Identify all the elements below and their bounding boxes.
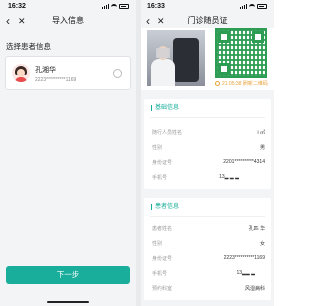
signal-icon [102,4,109,9]
info-row: 手机号 13▂ ▂ ▂ [152,172,265,182]
qr-code[interactable] [215,28,267,78]
app-root: 16:32 ‹ ✕ 导入信息 选择患者信息 孔湘华 2223**********… [0,0,274,306]
row-value: 13▂▂ ▂ [236,270,256,276]
row-value: 孔匹 华 [248,226,265,232]
system-icons [240,4,267,9]
radio-icon[interactable] [113,69,122,78]
clock-icon [215,81,220,86]
row-value: 风湿病科 [244,286,265,292]
page-title: 门诊随员证 [187,16,228,25]
next-button[interactable]: 下一步 [6,266,130,284]
row-value: 2201**********4314 [223,159,265,165]
battery-icon [257,4,267,9]
row-label: 手机号 [152,175,168,181]
qr-refresh-text: 21:05:38 刷新二维码 [222,81,268,87]
nav-bar: ‹ ✕ 门诊随员证 [141,14,274,28]
row-label: 身份证号 [152,256,173,262]
patient-info-card: 患者信息 患者姓名 孔匹 华 性别 女 身份证号 2223**********1… [144,198,271,300]
info-row: 手机号 13▂▂ ▂ [152,268,265,278]
patient-card[interactable]: 孔湘华 2223**********1169 [5,56,131,90]
info-row: 身份证号 2223**********1169 [152,253,265,263]
system-icons [102,4,129,9]
wifi-icon [249,4,255,9]
home-indicator [47,301,89,303]
row-label: 身份证号 [152,160,173,166]
info-row: 性别 男 [152,142,265,152]
basic-info-card: 基础信息 随行人员姓名 i ㎡ 性别 男 身份证号 2201**********… [144,99,271,189]
row-label: 性别 [152,145,163,151]
card-title: 基础信息 [151,105,179,111]
status-bar: 16:32 [0,0,136,14]
info-row: 身份证号 2201**********4314 [152,157,265,167]
info-row: 随行人员姓名 i ㎡ [152,127,265,137]
row-label: 预约科室 [152,286,173,292]
battery-icon [119,4,129,9]
status-time: 16:32 [8,3,26,10]
row-value: 2223**********1169 [223,255,265,261]
avatar [12,64,30,82]
visitor-photo [147,30,205,86]
row-value: 男 [259,145,265,151]
import-info-screen: 16:32 ‹ ✕ 导入信息 选择患者信息 孔湘华 2223**********… [0,0,136,306]
row-value: i ㎡ [257,130,265,136]
pass-screen: 16:33 ‹ ✕ 门诊随员证 21:05:38 刷新二维码 基础信息 随行人员… [141,0,274,306]
info-row: 性别 女 [152,238,265,248]
page-title: 导入信息 [52,16,84,25]
card-title: 患者信息 [151,204,179,210]
row-value: 女 [259,241,265,247]
wifi-icon [111,4,117,9]
info-row: 患者姓名 孔匹 华 [152,223,265,233]
row-label: 手机号 [152,271,168,277]
patient-id: 2223**********1169 [35,77,77,83]
section-label: 选择患者信息 [6,42,51,51]
status-bar: 16:33 [141,0,274,14]
qr-refresh[interactable]: 21:05:38 刷新二维码 [215,80,268,87]
signal-icon [240,4,247,9]
row-label: 患者姓名 [152,226,173,232]
pass-header: 21:05:38 刷新二维码 [141,28,274,90]
patient-name: 孔湘华 [35,67,56,74]
info-row: 预约科室 风湿病科 [152,283,265,293]
row-value: 13▂ ▂ ▂ [219,174,239,180]
nav-bar: ‹ ✕ 导入信息 [0,14,136,28]
row-label: 随行人员姓名 [152,130,183,136]
status-time: 16:33 [147,3,165,10]
row-label: 性别 [152,241,163,247]
